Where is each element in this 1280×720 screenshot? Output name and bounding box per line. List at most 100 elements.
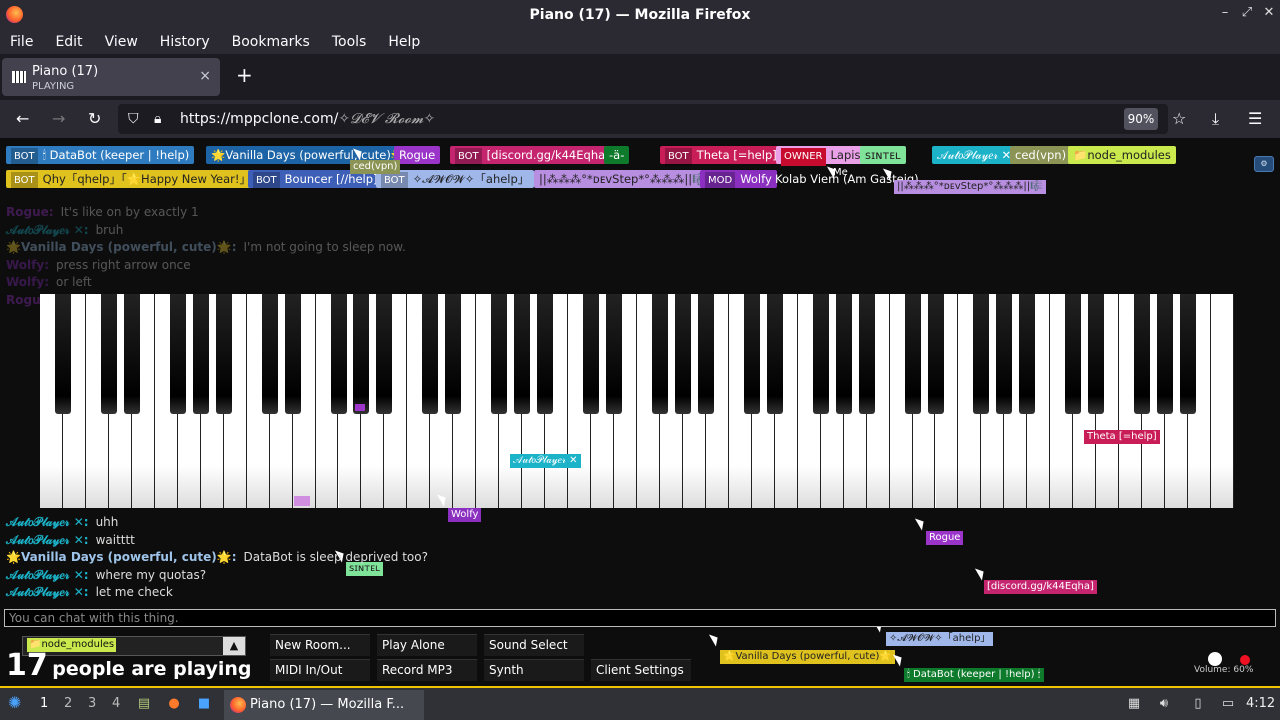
forward-icon[interactable]: → — [52, 109, 65, 129]
minimize-icon[interactable]: – — [1218, 6, 1232, 20]
black-key[interactable] — [422, 294, 439, 414]
restore-icon[interactable]: ⤢ — [1240, 6, 1254, 20]
user-tag[interactable]: 📁node_modules — [1068, 146, 1176, 164]
black-key[interactable] — [491, 294, 508, 414]
black-key[interactable] — [1019, 294, 1036, 414]
downloads-icon[interactable]: ⤓ — [1212, 109, 1219, 129]
black-key[interactable] — [100, 294, 117, 414]
new-tab-button[interactable]: + — [236, 63, 253, 87]
menu-help[interactable]: Help — [388, 34, 420, 50]
black-key[interactable] — [1157, 294, 1174, 414]
menu-view[interactable]: View — [105, 34, 138, 50]
file-manager-icon[interactable]: ▤ — [136, 696, 152, 712]
user-tag[interactable]: ||⁂⁂⁂°*ᴅᴇᴠStep*°⁂⁂⁂||🎼 — [534, 170, 712, 188]
sound-select-button[interactable]: Sound Select — [484, 634, 584, 656]
black-key[interactable] — [1088, 294, 1105, 414]
black-key[interactable] — [904, 294, 921, 414]
tab-piano[interactable]: Piano (17) PLAYING × — [2, 58, 220, 96]
volume-knob[interactable] — [1208, 652, 1222, 666]
black-key[interactable] — [514, 294, 531, 414]
black-key[interactable] — [376, 294, 393, 414]
workspace-3[interactable]: 3 — [88, 696, 96, 711]
user-tag[interactable]: BOT Theta [=help] — [660, 146, 782, 166]
settings-toggle-icon[interactable]: ⚙ — [1254, 156, 1274, 172]
menu-history[interactable]: History — [160, 34, 210, 50]
black-key[interactable] — [261, 294, 278, 414]
black-key[interactable] — [54, 294, 71, 414]
menu-file[interactable]: File — [10, 34, 33, 50]
black-key[interactable] — [927, 294, 944, 414]
menu-tools[interactable]: Tools — [332, 34, 367, 50]
user-tag[interactable]: -ä- — [604, 146, 630, 164]
user-tag[interactable]: ced(vpn) — [1010, 146, 1072, 164]
user-tag[interactable]: Rogue — [394, 146, 441, 164]
back-icon[interactable]: ← — [16, 109, 29, 129]
black-key[interactable] — [123, 294, 140, 414]
workspace-1[interactable]: 1 — [40, 696, 48, 711]
user-tag[interactable]: BOT 🕯 DataBot (keeper | !help) — [6, 146, 195, 166]
black-key[interactable] — [445, 294, 462, 414]
reload-icon[interactable]: ↻ — [88, 109, 101, 129]
user-tag[interactable]: 𝒜𝓊𝓉𝑜𝒫𝓁𝒶𝓎𝑒𝓇 ✕ — [932, 146, 1017, 164]
close-window-icon[interactable]: ✕ — [1262, 6, 1276, 20]
volume-icon[interactable]: 🔊︎ — [1156, 696, 1172, 712]
menu-bookmarks[interactable]: Bookmarks — [232, 34, 310, 50]
tab-close-icon[interactable]: × — [199, 68, 211, 84]
black-key[interactable] — [1134, 294, 1151, 414]
black-key[interactable] — [835, 294, 852, 414]
workspace-4[interactable]: 4 — [112, 696, 120, 711]
desktop-icon[interactable]: ■ — [196, 696, 212, 712]
user-tag[interactable]: ꜱɪɴᴛᴇʟ — [860, 146, 906, 164]
black-key[interactable] — [996, 294, 1013, 414]
black-key[interactable] — [1065, 294, 1082, 414]
chat-input[interactable]: You can chat with this thing. — [4, 609, 1276, 627]
piano-keyboard[interactable] — [40, 294, 1234, 508]
black-key[interactable] — [651, 294, 668, 414]
hamburger-menu-icon[interactable]: ☰ — [1248, 109, 1262, 129]
lock-icon[interactable]: 🔒︎ — [154, 109, 161, 129]
user-badge: BOT — [253, 172, 280, 190]
black-key[interactable] — [606, 294, 623, 414]
start-menu-icon[interactable]: ✺ — [8, 693, 21, 712]
black-key[interactable] — [1180, 294, 1197, 414]
black-key[interactable] — [284, 294, 301, 414]
black-key[interactable] — [697, 294, 714, 414]
black-key[interactable] — [766, 294, 783, 414]
synth-button[interactable]: Synth — [484, 659, 584, 681]
workspace-2[interactable]: 2 — [64, 696, 72, 711]
black-key[interactable] — [192, 294, 209, 414]
user-tag[interactable]: MOD Wolfy — [700, 170, 777, 190]
user-tag[interactable]: BOT Qhy「qhelp」「🌟Happy New Year!」 — [6, 170, 256, 190]
black-key[interactable] — [812, 294, 829, 414]
user-badge: OWNER — [781, 148, 826, 166]
black-key[interactable] — [858, 294, 875, 414]
midi-button[interactable]: MIDI In/Out — [270, 659, 370, 681]
url-bar[interactable]: ⛉ 🔒︎ https://mppclone.com/✧𝓓𝓔𝓥 𝓡𝓸𝓸𝓶✧ — [118, 104, 1168, 134]
play-alone-button[interactable]: Play Alone — [377, 634, 477, 656]
record-mp3-button[interactable]: Record MP3 — [377, 659, 477, 681]
zoom-level[interactable]: 90% — [1124, 108, 1158, 130]
user-tag[interactable]: OWNER Lapis — [776, 146, 866, 166]
black-key[interactable] — [537, 294, 554, 414]
black-key[interactable] — [353, 294, 370, 414]
user-tag[interactable]: BOT [discord.gg/k44Eqha] — [450, 146, 615, 166]
black-key[interactable] — [215, 294, 232, 414]
new-room-button[interactable]: New Room... — [270, 634, 370, 656]
black-key[interactable] — [330, 294, 347, 414]
display-icon[interactable]: ▭ — [1220, 696, 1236, 712]
client-settings-button[interactable]: Client Settings — [591, 659, 691, 681]
cursor-arrow-icon — [914, 515, 928, 531]
clipboard-icon[interactable]: ▦ — [1126, 696, 1142, 712]
white-key[interactable] — [1211, 294, 1234, 508]
black-key[interactable] — [583, 294, 600, 414]
taskbar-app-firefox[interactable]: Piano (17) — Mozilla F... — [224, 690, 424, 720]
bookmark-star-icon[interactable]: ☆ — [1172, 109, 1186, 129]
black-key[interactable] — [743, 294, 760, 414]
shield-icon[interactable]: ⛉ — [128, 109, 139, 129]
black-key[interactable] — [973, 294, 990, 414]
menu-edit[interactable]: Edit — [55, 34, 82, 50]
black-key[interactable] — [674, 294, 691, 414]
firefox-launcher-icon[interactable]: ● — [166, 696, 182, 712]
files-icon[interactable]: ▯ — [1190, 696, 1206, 712]
black-key[interactable] — [169, 294, 186, 414]
